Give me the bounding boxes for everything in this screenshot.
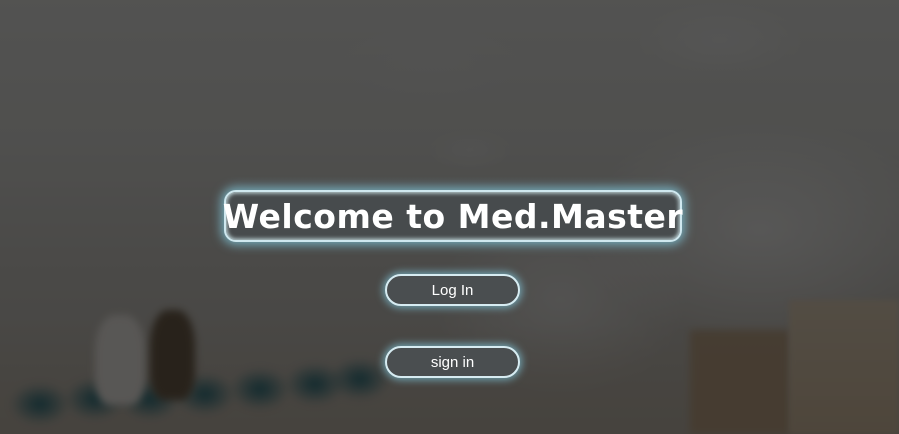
welcome-title: Welcome to Med.Master [222,196,684,236]
login-button[interactable]: Log In [385,274,520,306]
sign-in-button[interactable]: sign in [385,346,520,378]
welcome-screen: Welcome to Med.Master Log In sign in [0,0,899,434]
welcome-content: Welcome to Med.Master Log In sign in [0,0,899,434]
welcome-banner: Welcome to Med.Master [222,190,684,242]
